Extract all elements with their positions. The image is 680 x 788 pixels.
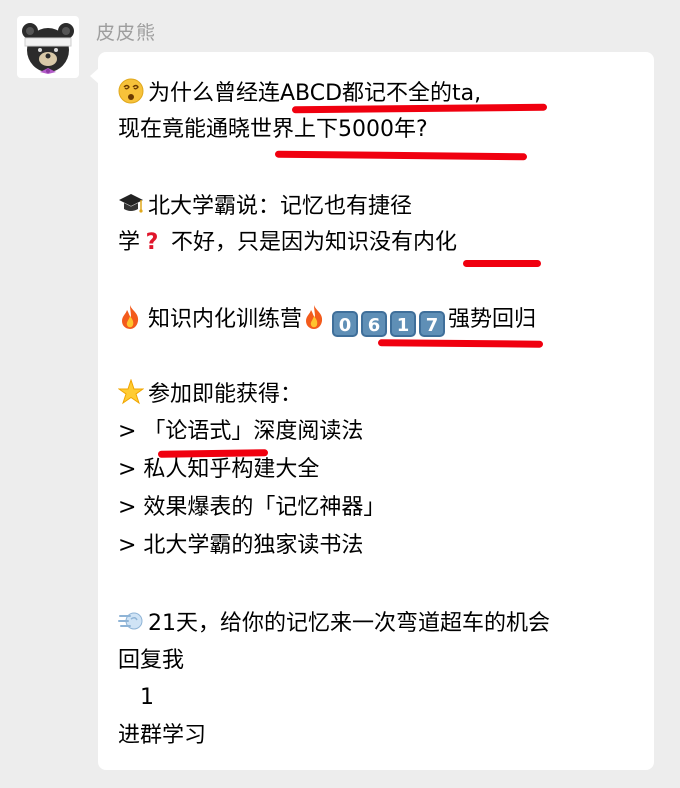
message-line-7: 21天，给你的记忆来一次弯道超车的机会 (118, 608, 550, 638)
message-text: 北大学霸说：记忆也有捷径 (148, 194, 413, 219)
message-line-2: 现在竟能通晓世界上下5000年? (118, 117, 428, 142)
dizzy-face-icon (118, 78, 148, 108)
message-text: 不好，只是因为知识没有内化 (164, 230, 458, 255)
keycap-digit: 7 (419, 311, 446, 337)
bear-avatar-icon (22, 23, 74, 74)
message-line-8: 回复我 (118, 648, 185, 673)
message-text: 知识内化训练营 (148, 307, 303, 332)
highlight-underline (377, 339, 544, 348)
message-text: 学 (118, 230, 141, 255)
bullet-item-4: > 北大学霸的独家读书法 (118, 533, 364, 558)
message-text: 强势回归 (448, 307, 537, 332)
keycap-digit: 1 (390, 311, 417, 337)
message-line-1: 为什么曾经连ABCD都记不全的ta, (118, 78, 481, 108)
bullet-item-2: > 私人知乎构建大全 (118, 457, 320, 482)
message-line-6: 参加即能获得： (117, 378, 303, 409)
bullet-item-3: > 效果爆表的「记忆神器」 (118, 495, 386, 520)
message-line-10: 进群学习 (118, 723, 207, 748)
message-line-5: 知识内化训练营 0 6 1 7 强势回归 (118, 304, 536, 337)
message-line-3: 北大学霸说：记忆也有捷径 (118, 191, 412, 221)
glowing-star-icon (117, 378, 148, 409)
highlight-underline (463, 260, 541, 267)
message-line-9: 1 (140, 685, 154, 710)
fire-icon (118, 304, 148, 334)
message-line-4: 学? 不好，只是因为知识没有内化 (118, 229, 457, 257)
sender-name: 皮皮熊 (96, 22, 157, 44)
sender-avatar[interactable] (17, 16, 79, 78)
keycap-digit: 6 (361, 311, 388, 337)
dash-icon (118, 608, 148, 638)
graduation-cap-icon (118, 191, 148, 221)
fire-icon (302, 304, 328, 334)
message-text: 参加即能获得： (148, 382, 303, 407)
keycap-digit: 0 (332, 311, 359, 337)
red-question-mark-icon: ? (145, 230, 159, 255)
message-text: 21天，给你的记忆来一次弯道超车的机会 (148, 611, 550, 636)
message-text: 为什么曾经连ABCD都记不全的ta, (148, 81, 482, 106)
bullet-item-1: > 「论语式」深度阅读法 (118, 419, 364, 444)
